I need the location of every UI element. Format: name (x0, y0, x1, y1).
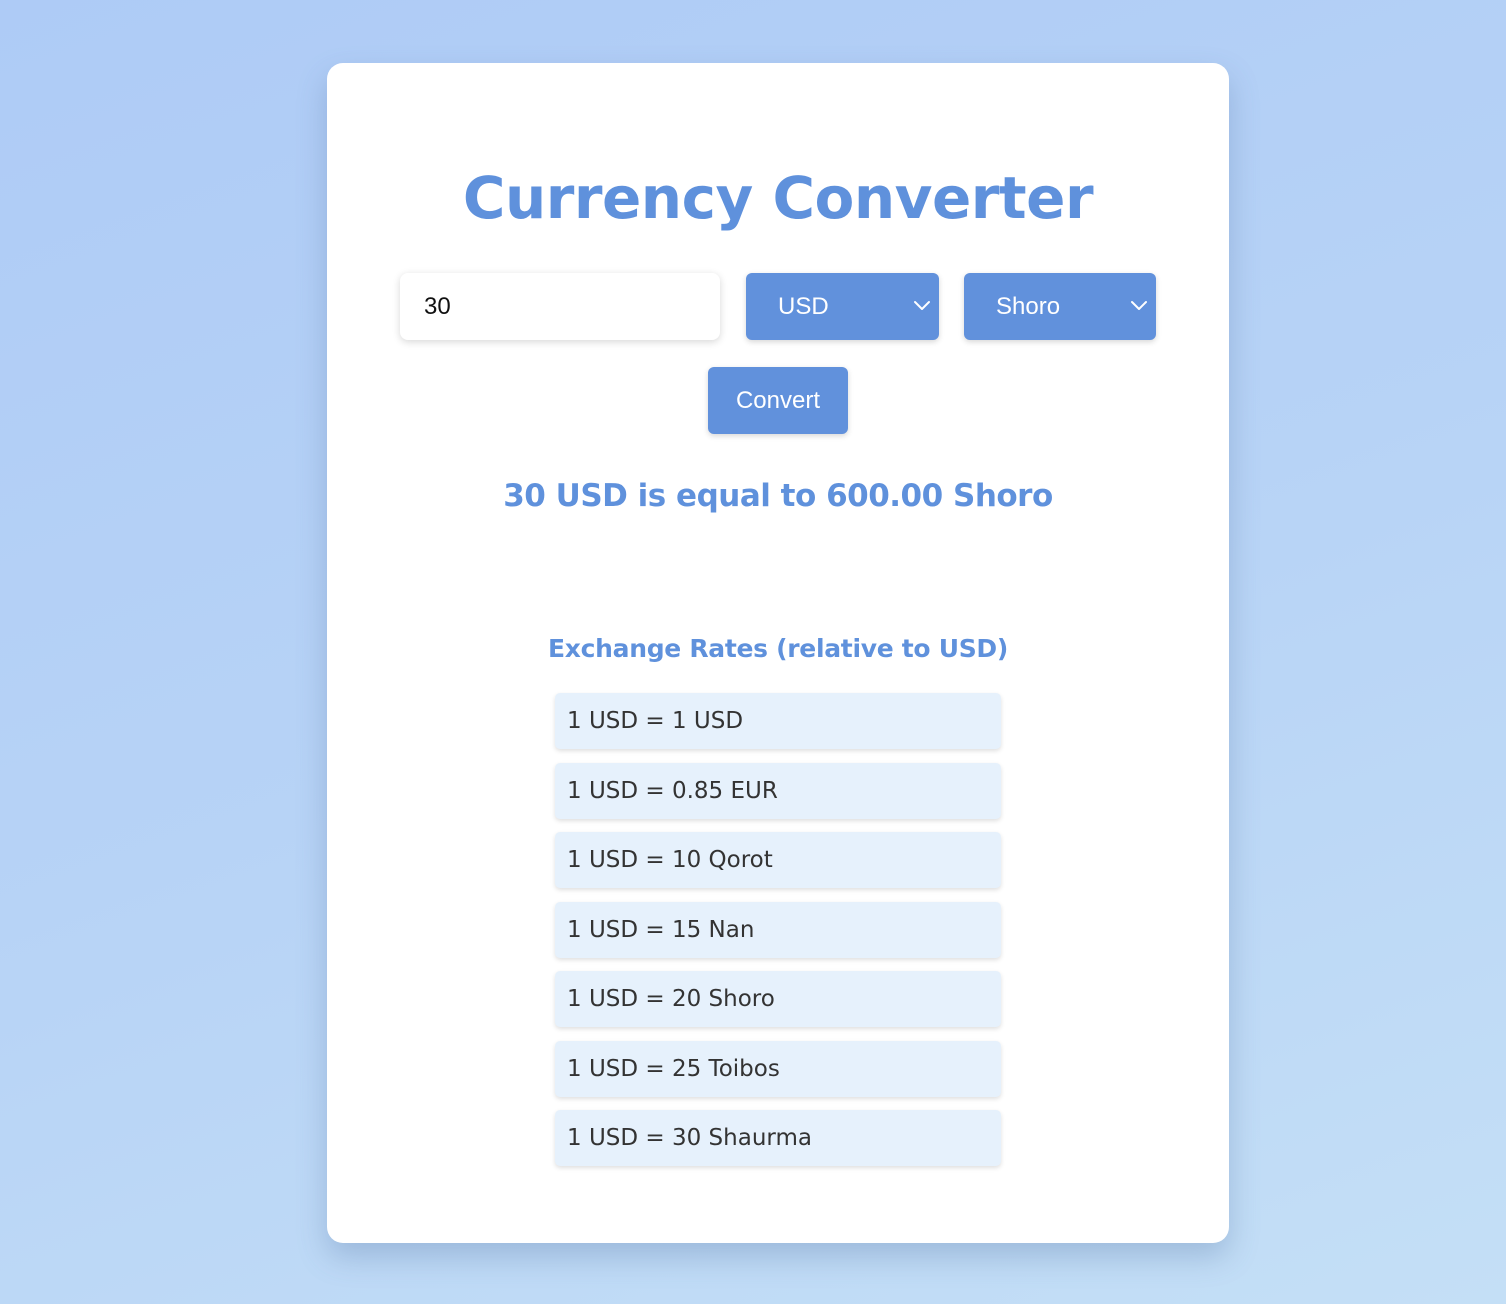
rate-item: 1 USD = 20 Shoro (555, 971, 1001, 1027)
rate-item: 1 USD = 25 Toibos (555, 1040, 1001, 1097)
from-currency-select[interactable]: USD (746, 273, 939, 340)
amount-input[interactable] (400, 273, 720, 340)
from-currency-value: USD (778, 293, 829, 320)
to-currency-select[interactable]: Shoro (964, 273, 1156, 340)
rate-item: 1 USD = 10 Qorot (555, 832, 1001, 888)
page-title: Currency Converter (462, 164, 1094, 232)
convert-button[interactable]: Convert (708, 367, 848, 434)
exchange-rates-list: 1 USD = 1 USD 1 USD = 0.85 EUR 1 USD = 1… (555, 693, 1001, 1180)
chevron-down-icon (1131, 301, 1147, 310)
converter-card: Currency Converter USD Shoro Convert 30 … (327, 63, 1229, 1243)
chevron-down-icon (914, 301, 930, 310)
exchange-rates-title: Exchange Rates (relative to USD) (548, 634, 1008, 663)
rate-item: 1 USD = 1 USD (555, 693, 1001, 749)
rate-item: 1 USD = 0.85 EUR (555, 762, 1001, 819)
rate-item: 1 USD = 15 Nan (555, 901, 1001, 958)
rate-item: 1 USD = 30 Shaurma (555, 1110, 1001, 1166)
conversion-result: 30 USD is equal to 600.00 Shoro (503, 478, 1053, 514)
to-currency-value: Shoro (996, 293, 1061, 320)
